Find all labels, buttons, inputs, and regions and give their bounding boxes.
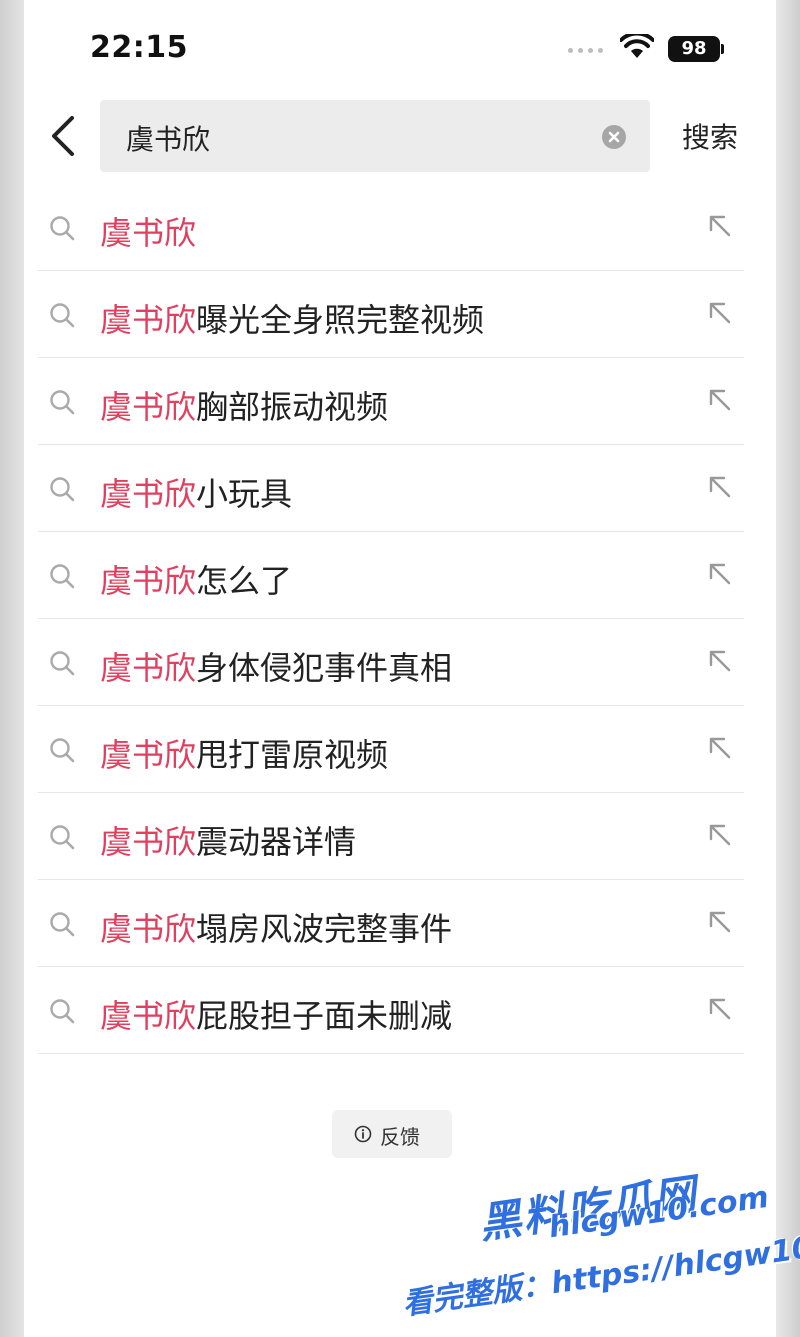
info-icon: [354, 1125, 372, 1143]
suggestion-label: 虞书欣震动器详情: [100, 823, 357, 861]
suggestion-label: 虞书欣胸部振动视频: [100, 388, 389, 426]
suggestion-item[interactable]: 虞书欣震动器详情: [38, 793, 744, 880]
suggestion-item[interactable]: 虞书欣曝光全身照完整视频: [38, 271, 744, 358]
suggestion-item[interactable]: 虞书欣屁股担子面未删减: [38, 967, 744, 1054]
feedback-button[interactable]: 反馈: [332, 1110, 452, 1158]
suggestion-label: 虞书欣: [100, 214, 197, 252]
suggestion-item[interactable]: 虞书欣胸部振动视频: [38, 358, 744, 445]
suggestion-label: 虞书欣屁股担子面未删减: [100, 997, 453, 1035]
search-icon: [50, 216, 75, 241]
search-icon: [50, 564, 75, 589]
device-edge-left: [0, 0, 24, 1337]
fill-arrow-icon[interactable]: [706, 386, 734, 414]
status-time: 22:15: [90, 30, 188, 65]
search-icon: [50, 825, 75, 850]
search-button[interactable]: 搜索: [682, 116, 738, 156]
fill-arrow-icon[interactable]: [706, 560, 734, 588]
search-icon: [50, 738, 75, 763]
search-icon: [50, 651, 75, 676]
feedback-label: 反馈: [380, 1127, 420, 1149]
search-query: 虞书欣: [126, 123, 211, 156]
search-icon: [50, 999, 75, 1024]
search-icon: [50, 477, 75, 502]
suggestion-label: 虞书欣小玩具: [100, 475, 293, 513]
fill-arrow-icon[interactable]: [706, 473, 734, 501]
suggestion-item[interactable]: 虞书欣怎么了: [38, 532, 744, 619]
suggestion-list: 虞书欣 虞书欣曝光全身照完整视频 虞书欣胸部振动视频 虞书欣小玩具 虞书欣怎么了…: [38, 184, 744, 1054]
clear-icon[interactable]: [602, 125, 626, 149]
suggestion-label: 虞书欣身体侵犯事件真相: [100, 649, 453, 687]
suggestion-item[interactable]: 虞书欣: [38, 184, 744, 271]
fill-arrow-icon[interactable]: [706, 821, 734, 849]
suggestion-item[interactable]: 虞书欣甩打雷原视频: [38, 706, 744, 793]
fill-arrow-icon[interactable]: [706, 299, 734, 327]
search-icon: [50, 303, 75, 328]
search-input[interactable]: 虞书欣: [100, 100, 650, 172]
suggestion-item[interactable]: 虞书欣小玩具: [38, 445, 744, 532]
wifi-icon: [620, 34, 654, 58]
fill-arrow-icon[interactable]: [706, 647, 734, 675]
back-arrow-icon[interactable]: [44, 112, 84, 160]
suggestion-item[interactable]: 虞书欣塌房风波完整事件: [38, 880, 744, 967]
suggestion-label: 虞书欣曝光全身照完整视频: [100, 301, 485, 339]
battery-icon: 98: [668, 36, 720, 62]
fill-arrow-icon[interactable]: [706, 212, 734, 240]
suggestion-label: 虞书欣塌房风波完整事件: [100, 910, 453, 948]
screen: 22:15 98 虞书欣 搜索 虞书欣 虞书欣曝光全身照完整视频 虞书欣胸部振动…: [24, 0, 776, 1337]
search-icon: [50, 912, 75, 937]
fill-arrow-icon[interactable]: [706, 734, 734, 762]
suggestion-label: 虞书欣甩打雷原视频: [100, 736, 389, 774]
signal-icon: [568, 48, 612, 56]
fill-arrow-icon[interactable]: [706, 908, 734, 936]
search-icon: [50, 390, 75, 415]
battery-cap: [721, 44, 724, 54]
device-edge-right: [776, 0, 800, 1337]
suggestion-label: 虞书欣怎么了: [100, 562, 293, 600]
fill-arrow-icon[interactable]: [706, 995, 734, 1023]
suggestion-item[interactable]: 虞书欣身体侵犯事件真相: [38, 619, 744, 706]
